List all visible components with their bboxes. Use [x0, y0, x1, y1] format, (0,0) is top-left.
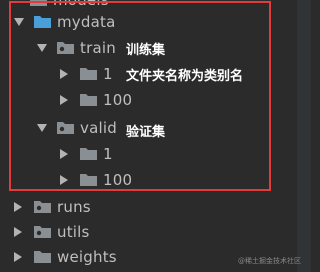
folder-package-icon: [34, 198, 51, 217]
chevron-right-icon[interactable]: [14, 252, 22, 262]
chevron-right-icon[interactable]: [14, 202, 22, 212]
tree-item-label: utils: [57, 223, 90, 241]
tree-item-label: runs: [57, 198, 91, 216]
project-tree: models mydata train 训练集 1 文件夹名称为类别名 100: [0, 0, 296, 272]
chevron-right-icon[interactable]: [14, 227, 22, 237]
watermark: @稀土掘金技术社区: [238, 257, 301, 265]
folder-icon: [34, 248, 51, 267]
editor-gutter: [297, 0, 311, 272]
folder-package-icon: [34, 223, 51, 242]
highlight-box: [9, 1, 271, 191]
tree-item-weights[interactable]: weights: [14, 245, 117, 269]
tree-item-runs[interactable]: runs: [14, 195, 91, 219]
tree-item-label: weights: [57, 248, 117, 266]
tree-item-utils[interactable]: utils: [14, 220, 90, 244]
